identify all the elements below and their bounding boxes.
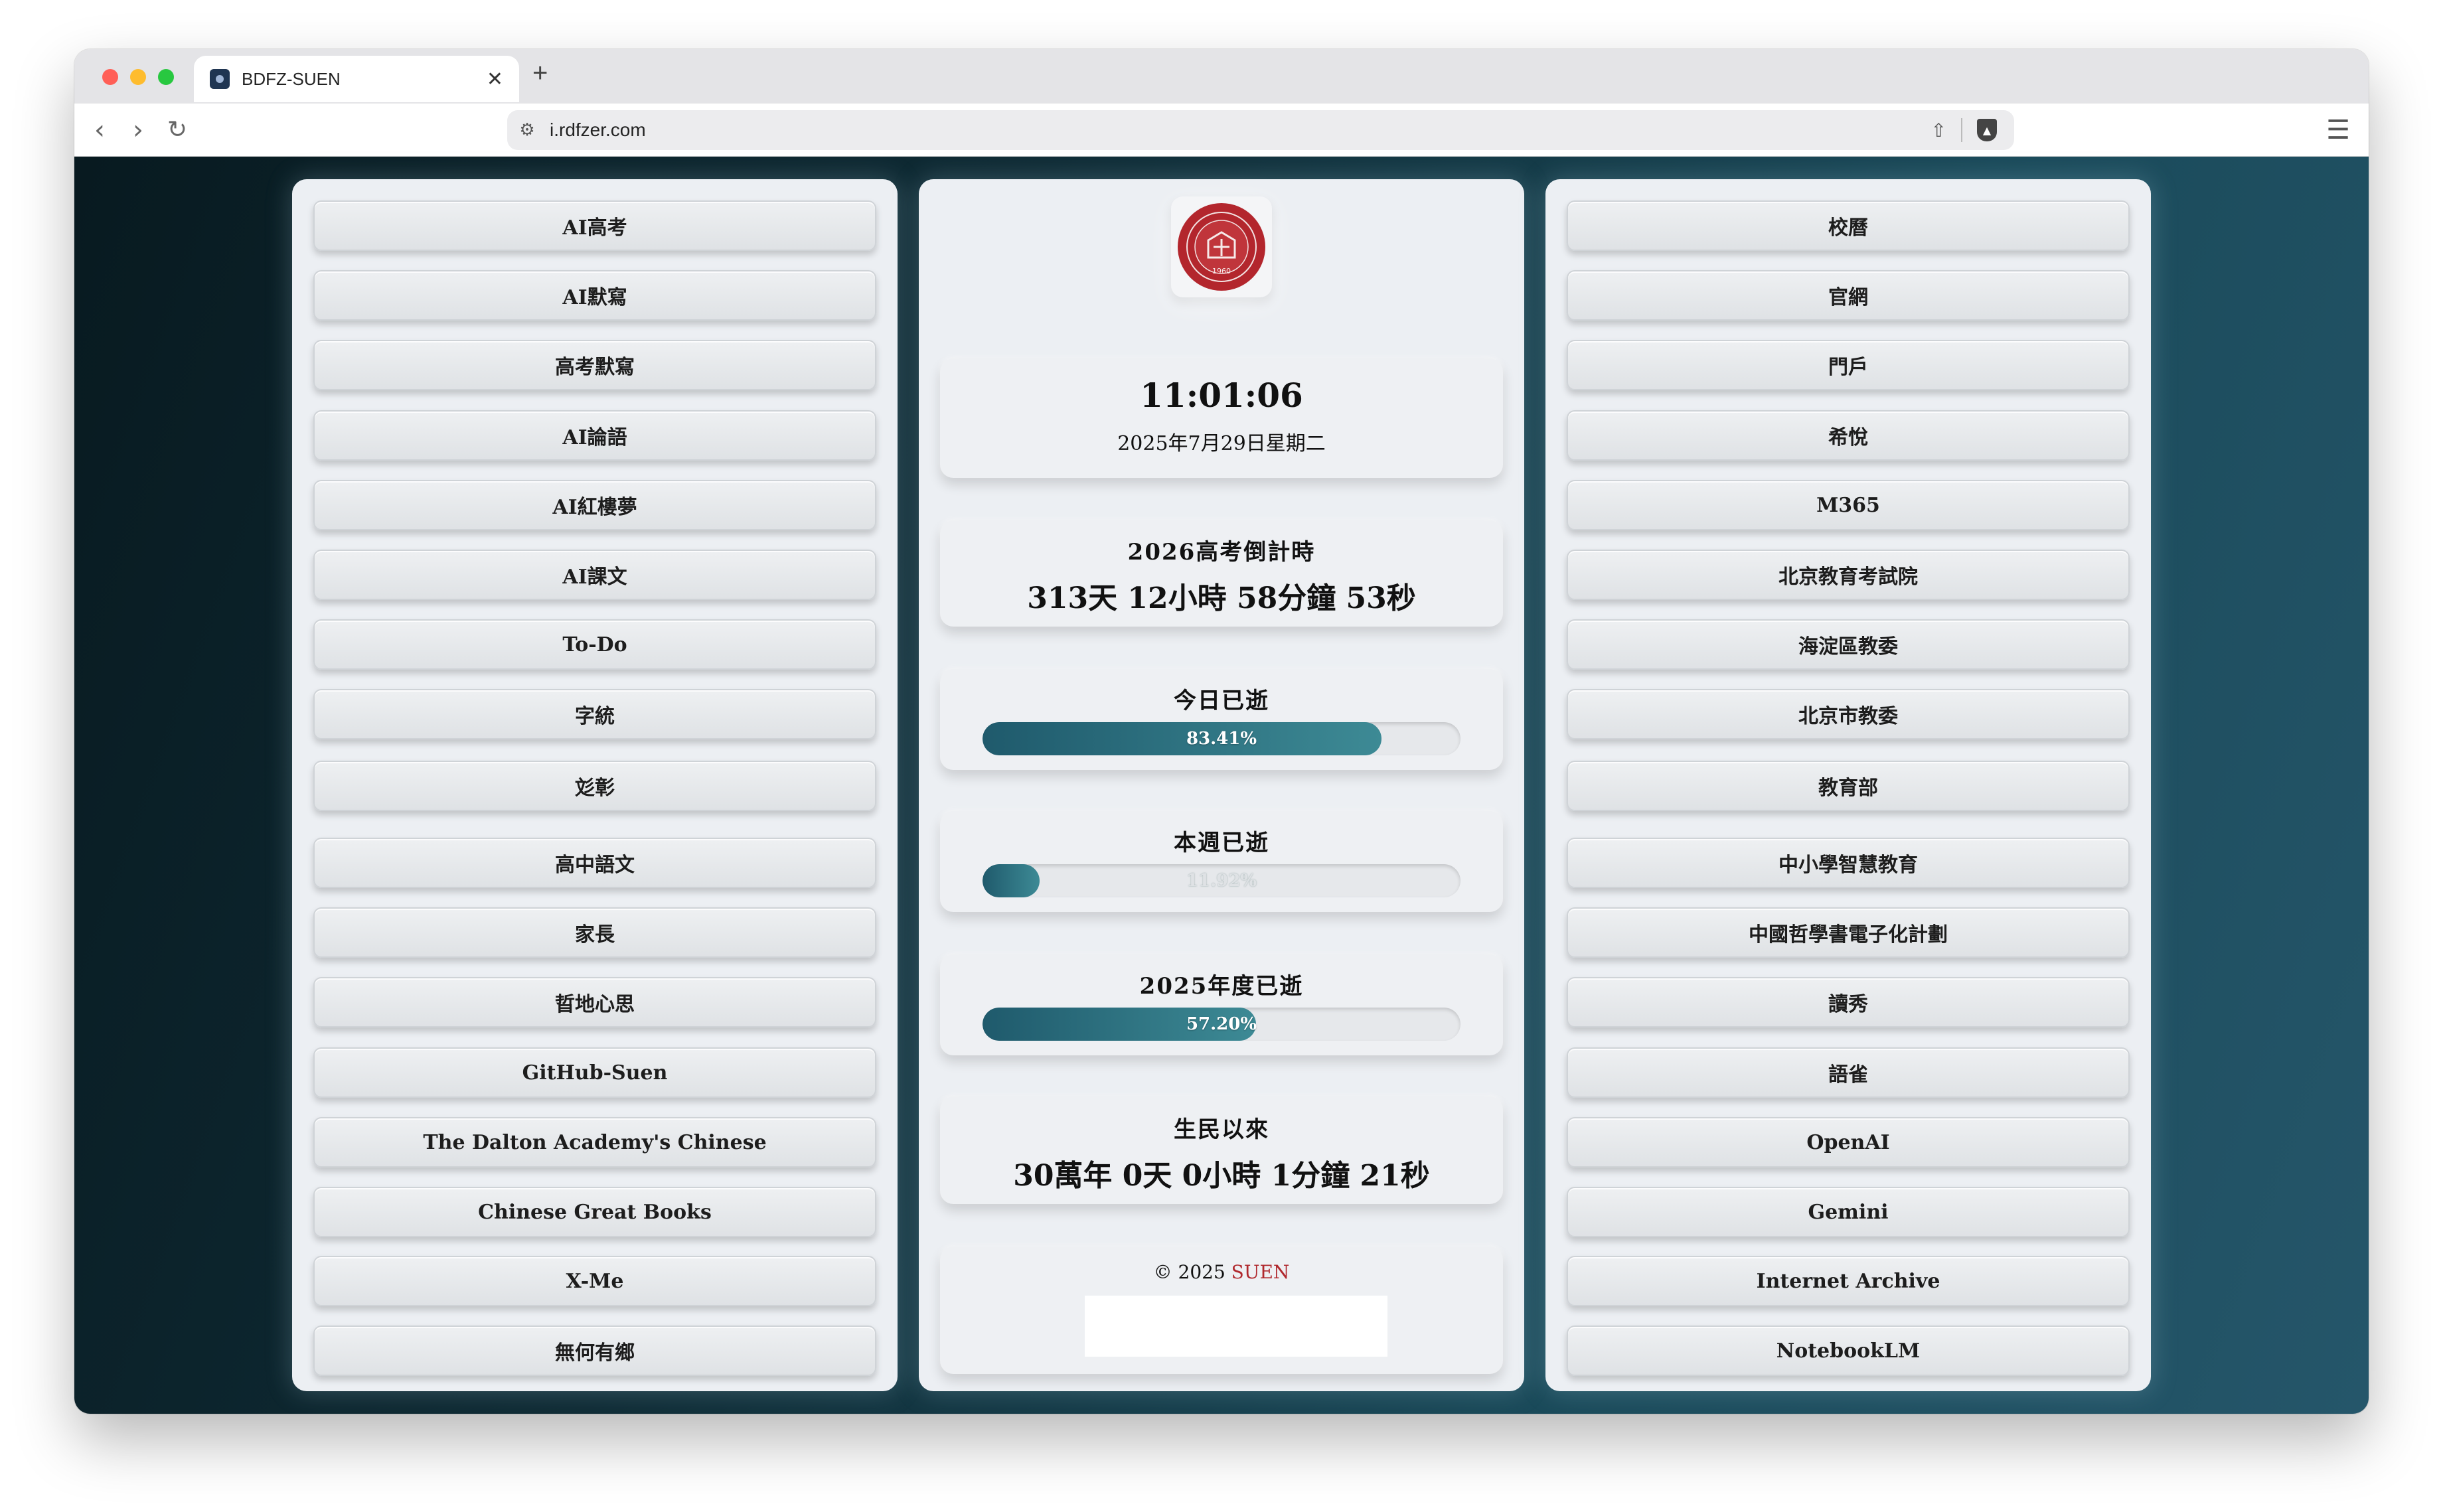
- right-link-panel: 校曆官網門戶希悅 M365 北京教育考試院 海淀區教委北京市教委教育部中小學智慧教育中…: [1545, 179, 2151, 1391]
- right-link-button[interactable]: 希悅: [1567, 410, 2130, 461]
- share-icon[interactable]: ⇧: [1931, 119, 1946, 141]
- clock-time: 11:01:06: [1140, 376, 1303, 415]
- right-link-button[interactable]: 讀秀: [1567, 977, 2130, 1027]
- site-favicon-icon: [210, 69, 230, 89]
- browser-toolbar: ‹ › ↻ ⚙ i.rdfzer.com ⇧ ▲ ☰: [74, 104, 2369, 157]
- left-link-button[interactable]: AI論語: [313, 410, 876, 461]
- left-link-button[interactable]: To-Do: [313, 619, 876, 670]
- right-link-button[interactable]: 北京市教委: [1567, 689, 2130, 739]
- page-content: AI高考 AI默寫高考默寫 AI論語 AI紅樓夢 AI課文 To-Do 字統彣彰高中語文家長…: [74, 157, 2369, 1414]
- right-link-button[interactable]: 教育部: [1567, 761, 2130, 811]
- right-link-button[interactable]: 中小學智慧教育: [1567, 838, 2130, 888]
- browser-window: BDFZ-SUEN ✕ + ‹ › ↻ ⚙ i.rdfzer.com ⇧ ▲ ☰…: [74, 49, 2369, 1414]
- svg-text:1960: 1960: [1212, 267, 1231, 275]
- zoom-window-button[interactable]: [158, 69, 174, 85]
- right-link-button[interactable]: 海淀區教委: [1567, 619, 2130, 670]
- gaokao-countdown: 313天 12小時 58分鐘 53秒: [1027, 581, 1416, 615]
- divider: [1961, 118, 1962, 142]
- day-progress-title: 今日已逝: [1174, 688, 1269, 714]
- footer-blank-box: [1085, 1296, 1387, 1357]
- author-link[interactable]: SUEN: [1231, 1261, 1290, 1283]
- week-progress-title: 本週已逝: [1174, 830, 1269, 856]
- right-link-button[interactable]: 校曆: [1567, 200, 2130, 251]
- right-link-button[interactable]: 門戶: [1567, 340, 2130, 390]
- since-birth-title: 生民以來: [1174, 1116, 1269, 1143]
- left-link-button[interactable]: 高考默寫: [313, 340, 876, 390]
- left-link-button[interactable]: 家長: [313, 907, 876, 958]
- right-link-button[interactable]: NotebookLM: [1567, 1325, 2130, 1376]
- left-link-button[interactable]: AI默寫: [313, 270, 876, 321]
- window-controls: [102, 69, 174, 85]
- clock-card: 11:01:06 2025年7月29日星期二: [940, 358, 1503, 478]
- week-progress-label: 11.92%: [1186, 871, 1257, 891]
- gaokao-countdown-card: 2026高考倒計時 313天 12小時 58分鐘 53秒: [940, 520, 1503, 627]
- close-window-button[interactable]: [102, 69, 118, 85]
- copyright-prefix: © 2025: [1153, 1261, 1231, 1283]
- left-link-button[interactable]: X-Me: [313, 1256, 876, 1306]
- shield-icon[interactable]: ▲: [1977, 119, 1997, 141]
- day-progress-card: 今日已逝 83.41%: [940, 669, 1503, 770]
- left-link-panel: AI高考 AI默寫高考默寫 AI論語 AI紅樓夢 AI課文 To-Do 字統彣彰高中語文家長…: [292, 179, 898, 1391]
- clock-date: 2025年7月29日星期二: [1117, 432, 1326, 455]
- since-birth-value: 30萬年 0天 0小時 1分鐘 21秒: [1013, 1159, 1430, 1193]
- right-link-button[interactable]: 中國哲學書電子化計劃: [1567, 907, 2130, 958]
- tab-bar: BDFZ-SUEN ✕ +: [74, 49, 2369, 104]
- left-link-button[interactable]: 高中語文: [313, 838, 876, 888]
- right-link-button[interactable]: 北京教育考試院: [1567, 550, 2130, 600]
- week-progress-card: 本週已逝 11.92%: [940, 811, 1503, 912]
- right-link-button[interactable]: 官網: [1567, 270, 2130, 321]
- year-progress-label: 57.20%: [1186, 1014, 1257, 1034]
- year-progress-card: 2025年度已逝 57.20%: [940, 954, 1503, 1055]
- left-link-button[interactable]: AI紅樓夢: [313, 480, 876, 530]
- new-tab-button[interactable]: +: [532, 58, 548, 88]
- right-link-button[interactable]: Gemini: [1567, 1187, 2130, 1237]
- tab-close-icon[interactable]: ✕: [487, 68, 503, 91]
- left-link-button[interactable]: 無何有鄉: [313, 1325, 876, 1376]
- right-link-button[interactable]: M365: [1567, 480, 2130, 530]
- school-seal-icon: 1960: [1178, 203, 1265, 291]
- school-logo[interactable]: 1960: [1171, 196, 1272, 297]
- left-link-button[interactable]: 晢地心思: [313, 977, 876, 1027]
- year-progress-bar: 57.20%: [983, 1008, 1460, 1041]
- left-link-button[interactable]: AI高考: [313, 200, 876, 251]
- left-link-button[interactable]: AI課文: [313, 550, 876, 600]
- center-panel: 1960 11:01:06 2025年7月29日星期二 2026高考倒計時 31…: [919, 179, 1524, 1391]
- gaokao-title: 2026高考倒計時: [1127, 539, 1316, 566]
- day-progress-bar: 83.41%: [983, 722, 1460, 755]
- address-bar[interactable]: ⚙ i.rdfzer.com ⇧ ▲: [507, 110, 2014, 150]
- site-settings-icon[interactable]: ⚙: [507, 120, 547, 140]
- back-icon[interactable]: ‹: [94, 113, 105, 147]
- tab-active[interactable]: BDFZ-SUEN ✕: [194, 56, 519, 102]
- right-link-button[interactable]: 語雀: [1567, 1047, 2130, 1098]
- tab-title: BDFZ-SUEN: [242, 68, 341, 89]
- left-link-button[interactable]: The Dalton Academy's Chinese: [313, 1117, 876, 1168]
- left-link-button[interactable]: 字統: [313, 689, 876, 739]
- year-progress-title: 2025年度已逝: [1139, 973, 1304, 1000]
- copyright-text: © 2025 SUEN: [940, 1261, 1503, 1283]
- right-link-button[interactable]: OpenAI: [1567, 1117, 2130, 1168]
- menu-icon[interactable]: ☰: [2326, 117, 2350, 143]
- left-link-button[interactable]: 彣彰: [313, 761, 876, 811]
- day-progress-label: 83.41%: [1186, 729, 1257, 749]
- since-birth-card: 生民以來 30萬年 0天 0小時 1分鐘 21秒: [940, 1096, 1503, 1204]
- week-progress-bar: 11.92%: [983, 864, 1460, 897]
- left-link-button[interactable]: Chinese Great Books: [313, 1187, 876, 1237]
- minimize-window-button[interactable]: [130, 69, 146, 85]
- footer-card: © 2025 SUEN: [940, 1247, 1503, 1374]
- right-link-button[interactable]: Internet Archive: [1567, 1256, 2130, 1306]
- left-link-button[interactable]: GitHub-Suen: [313, 1047, 876, 1098]
- forward-icon[interactable]: ›: [133, 113, 143, 147]
- reload-icon[interactable]: ↻: [167, 113, 187, 147]
- url-text[interactable]: i.rdfzer.com: [547, 119, 1931, 141]
